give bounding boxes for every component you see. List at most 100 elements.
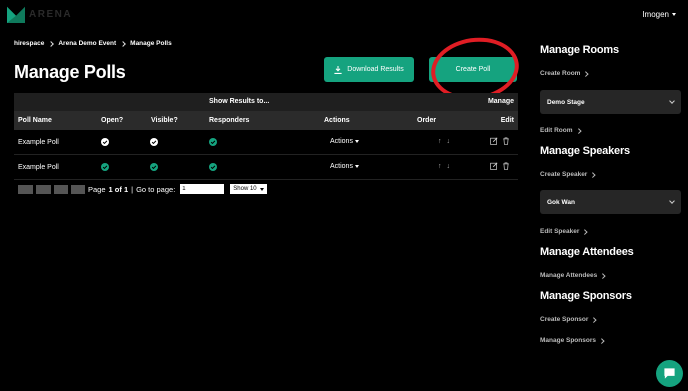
- green-check-icon: [209, 163, 217, 171]
- arrow-up-icon[interactable]: ↑: [438, 138, 442, 145]
- caret-down-icon: [354, 165, 359, 168]
- column-header: Edit: [500, 117, 514, 124]
- create-poll-label: Create Poll: [455, 66, 491, 73]
- edit-room-label: Edit Room: [540, 127, 573, 134]
- arena-logo-icon: [7, 6, 25, 23]
- goto-label: Go to page:: [136, 184, 176, 194]
- table-row: Example Poll Actions ↑ ↓: [14, 130, 518, 155]
- arrow-down-icon[interactable]: ↓: [447, 163, 451, 170]
- room-select-value: Demo Stage: [547, 98, 585, 106]
- edit-speaker-label: Edit Speaker: [540, 228, 580, 235]
- show-results-header: Show Results to...: [209, 98, 270, 105]
- column-header: Visible?: [151, 117, 178, 124]
- column-header: Poll Name: [18, 117, 52, 124]
- page-current: 1 of 1: [108, 184, 129, 194]
- download-results-label: Download Results: [347, 66, 404, 73]
- caret-down-icon: [259, 187, 264, 191]
- chevron-down-icon: [669, 98, 675, 104]
- poll-name: Example Poll: [18, 164, 59, 171]
- edit-controls: [490, 137, 510, 145]
- edit-room-link[interactable]: Edit Room: [540, 127, 581, 134]
- actions-dropdown[interactable]: Actions: [330, 138, 359, 145]
- last-page-button[interactable]: [71, 184, 85, 194]
- first-page-button[interactable]: [18, 184, 33, 194]
- chevron-right-icon: [590, 172, 596, 177]
- green-check-icon: [209, 138, 217, 146]
- green-check-icon: [101, 163, 109, 171]
- column-header: Open?: [101, 117, 124, 124]
- column-header: Order: [417, 117, 437, 124]
- edit-speaker-link[interactable]: Edit Speaker: [540, 228, 588, 235]
- manage-sponsors-heading: Manage Sponsors: [540, 290, 632, 302]
- create-poll-button[interactable]: Create Poll: [429, 57, 517, 82]
- speaker-select[interactable]: Gok Wan: [540, 190, 681, 214]
- chevron-right-icon: [591, 317, 597, 322]
- create-speaker-link[interactable]: Create Speaker: [540, 171, 596, 178]
- arrow-up-icon[interactable]: ↑: [438, 163, 442, 170]
- chevron-right-icon: [599, 338, 605, 343]
- order-controls: ↑ ↓: [438, 163, 450, 170]
- check-icon: [101, 138, 109, 146]
- create-speaker-label: Create Speaker: [540, 171, 588, 178]
- edit-controls: [490, 162, 510, 170]
- download-results-button[interactable]: Download Results: [324, 57, 414, 82]
- chevron-right-icon: [582, 229, 588, 234]
- page-size-value: Show 10: [233, 186, 257, 192]
- pagination: Page 1 of 1 | Go to page: Show 10: [18, 184, 267, 194]
- next-page-button[interactable]: [54, 184, 68, 194]
- manage-sponsors-label: Manage Sponsors: [540, 337, 596, 344]
- page-title: Manage Polls: [14, 62, 126, 82]
- manage-attendees-link[interactable]: Manage Attendees: [540, 272, 606, 279]
- green-check-icon: [150, 163, 158, 171]
- table-row: Example Poll Actions ↑ ↓: [14, 155, 518, 180]
- chat-button[interactable]: [656, 360, 683, 387]
- arrow-down-icon[interactable]: ↓: [447, 138, 451, 145]
- chevron-right-icon: [575, 128, 581, 133]
- chat-icon: [664, 368, 675, 379]
- create-sponsor-label: Create Sponsor: [540, 316, 589, 323]
- chevron-right-icon: [48, 40, 55, 47]
- prev-page-button[interactable]: [36, 184, 51, 194]
- manage-attendees-heading: Manage Attendees: [540, 246, 634, 258]
- manage-header: Manage: [487, 98, 514, 105]
- logo-text: ARENA: [29, 8, 73, 20]
- room-select[interactable]: Demo Stage: [540, 90, 681, 114]
- trash-icon[interactable]: [502, 162, 510, 170]
- chevron-down-icon: [669, 198, 675, 204]
- breadcrumb-item[interactable]: Arena Demo Event: [58, 40, 116, 47]
- page-label: Page: [88, 184, 106, 194]
- speaker-select-value: Gok Wan: [547, 198, 575, 206]
- check-icon: [150, 138, 158, 146]
- table-group-header: Show Results to... Manage: [14, 93, 518, 111]
- trash-icon[interactable]: [502, 137, 510, 145]
- actions-dropdown[interactable]: Actions: [330, 163, 359, 170]
- goto-page-input[interactable]: [180, 184, 225, 194]
- breadcrumb-item[interactable]: hirespace: [14, 40, 44, 47]
- create-sponsor-link[interactable]: Create Sponsor: [540, 316, 597, 323]
- manage-speakers-heading: Manage Speakers: [540, 145, 630, 157]
- edit-icon[interactable]: [490, 162, 498, 170]
- table-header: Poll Name Open? Visible? Responders Acti…: [14, 111, 518, 130]
- manage-attendees-label: Manage Attendees: [540, 272, 598, 279]
- chevron-right-icon: [120, 40, 126, 47]
- breadcrumb-item-current: Manage Polls: [130, 40, 172, 47]
- actions-label: Actions: [330, 138, 353, 145]
- edit-icon[interactable]: [490, 137, 498, 145]
- poll-name: Example Poll: [18, 139, 59, 146]
- chevron-right-icon: [583, 71, 589, 76]
- polls-table: Show Results to... Manage Poll Name Open…: [14, 93, 518, 180]
- actions-label: Actions: [330, 163, 353, 170]
- create-room-link[interactable]: Create Room: [540, 70, 589, 77]
- arena-logo[interactable]: ARENA: [7, 5, 72, 23]
- breadcrumb: hirespace Arena Demo Event Manage Polls: [14, 40, 172, 47]
- caret-down-icon: [354, 140, 359, 143]
- pager-separator: |: [131, 184, 134, 194]
- column-header: Responders: [209, 117, 250, 124]
- manage-sponsors-link[interactable]: Manage Sponsors: [540, 337, 605, 344]
- page-size-select[interactable]: Show 10: [230, 184, 267, 194]
- order-controls: ↑ ↓: [438, 138, 450, 145]
- column-header: Actions: [324, 117, 350, 124]
- manage-rooms-heading: Manage Rooms: [540, 44, 619, 56]
- sidebar: Manage Rooms Create Room Demo Stage Edit…: [540, 0, 688, 391]
- create-room-label: Create Room: [540, 70, 581, 77]
